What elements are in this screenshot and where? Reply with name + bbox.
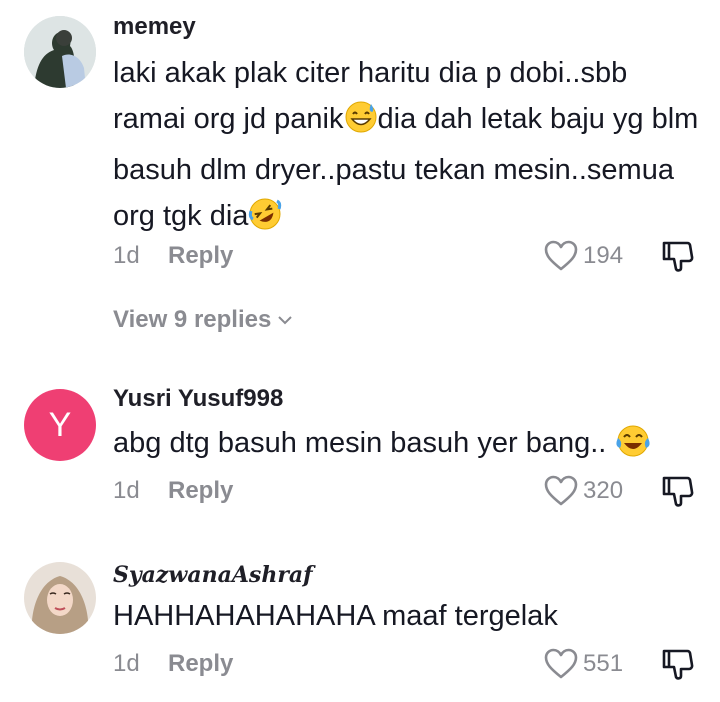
comment-meta: 1d Reply 551 — [0, 644, 720, 684]
avatar[interactable]: Y — [24, 389, 96, 461]
comment-meta: 1d Reply 194 — [0, 236, 720, 276]
dislike-icon[interactable] — [660, 646, 696, 682]
reply-button[interactable]: Reply — [168, 477, 233, 505]
comment-username[interactable]: memey — [113, 13, 196, 41]
dislike-icon[interactable] — [660, 238, 696, 274]
comment-time: 1d — [113, 650, 140, 677]
comment-meta: 1d Reply 320 — [0, 471, 720, 511]
dislike-icon[interactable] — [660, 473, 696, 509]
comment-text: abg dtg basuh mesin basuh yer bang.. — [113, 421, 703, 473]
view-replies-label: View 9 replies — [113, 306, 272, 333]
comment-text: laki akak plak citer haritu dia p dobi..… — [113, 51, 703, 245]
reply-button[interactable]: Reply — [168, 650, 233, 678]
like-button[interactable]: 320 — [543, 471, 623, 511]
reply-button[interactable]: Reply — [168, 242, 233, 270]
comment-username[interactable]: SyazwanaAshraf — [113, 562, 313, 588]
grinning-sweat-emoji — [344, 100, 378, 149]
tears-of-joy-emoji — [614, 424, 652, 473]
avatar[interactable] — [24, 16, 96, 88]
comment-username[interactable]: Yusri Yusuf998 — [113, 385, 283, 413]
heart-icon — [544, 648, 578, 679]
like-count: 551 — [583, 650, 624, 677]
heart-icon — [544, 475, 578, 506]
like-count: 194 — [583, 242, 624, 269]
comment-text-part: HAHHAHAHAHAHA maaf tergelak — [113, 600, 558, 632]
avatar-letter: Y — [48, 405, 72, 444]
avatar-image — [24, 562, 96, 634]
like-count: 320 — [583, 477, 624, 504]
heart-icon — [544, 240, 578, 271]
like-button[interactable]: 194 — [543, 236, 623, 276]
like-button[interactable]: 551 — [543, 644, 623, 684]
chevron-down-icon — [278, 316, 293, 325]
avatar[interactable] — [24, 562, 96, 634]
avatar-image — [24, 16, 96, 88]
comment-time: 1d — [113, 477, 140, 504]
comment-text-part: abg dtg basuh mesin basuh yer bang.. — [113, 427, 615, 459]
comment-text: HAHHAHAHAHAHA maaf tergelak — [113, 594, 703, 640]
view-replies-button[interactable]: View 9 replies — [113, 306, 293, 334]
comment-time: 1d — [113, 242, 140, 269]
